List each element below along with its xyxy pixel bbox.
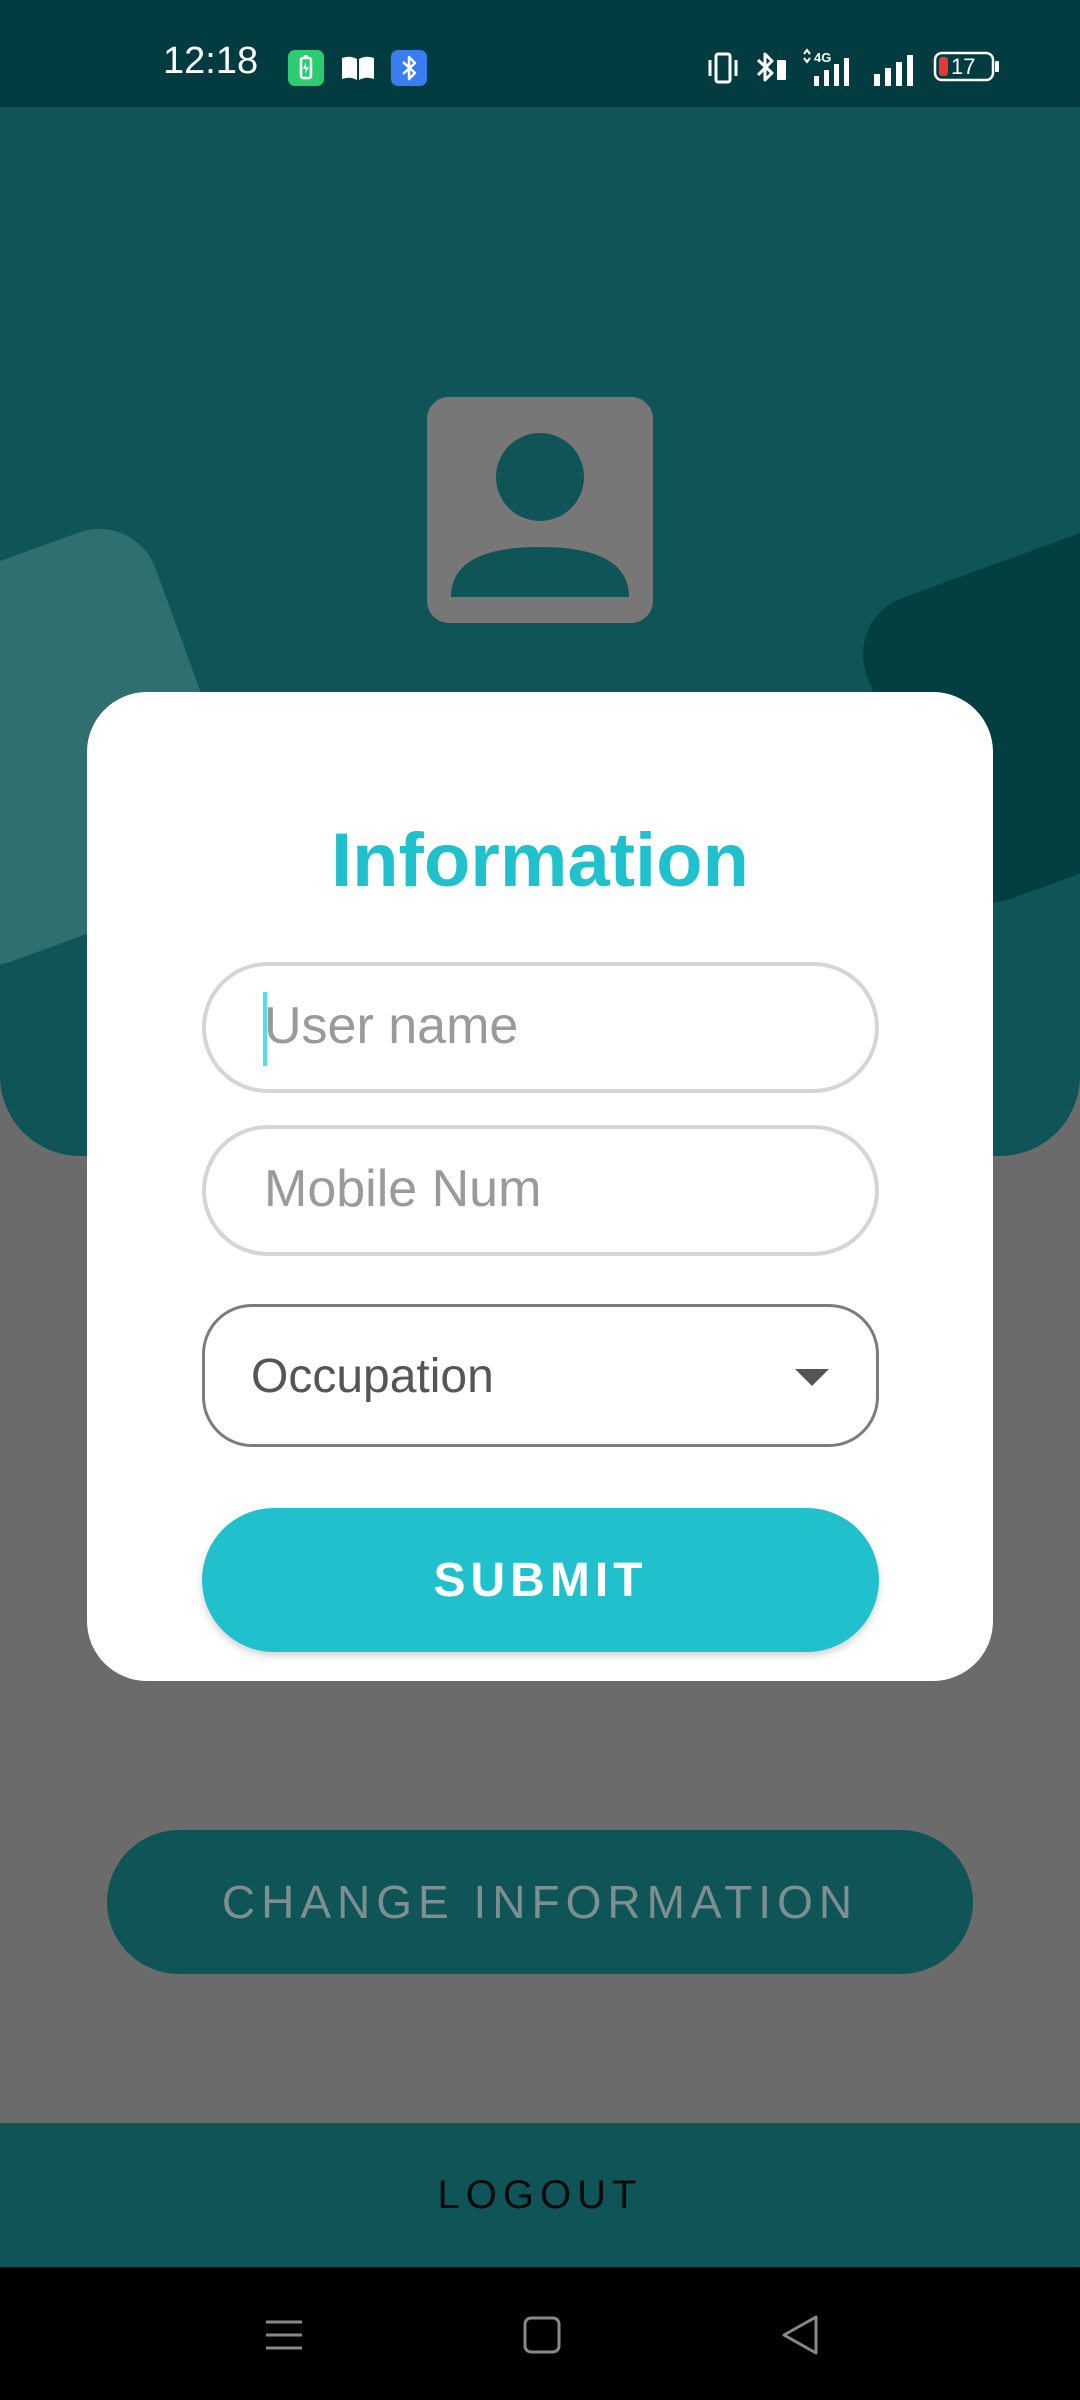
submit-button[interactable]: SUBMIT	[202, 1508, 879, 1652]
status-time: 12:18	[163, 40, 259, 82]
username-input[interactable]: User name	[202, 962, 879, 1093]
mobile-number-input[interactable]: Mobile Num	[202, 1125, 879, 1256]
battery-level: 17	[951, 54, 976, 79]
dialog-title: Information	[331, 818, 749, 903]
book-icon	[339, 50, 375, 86]
menu-icon[interactable]	[254, 2305, 314, 2365]
svg-text:4G: 4G	[814, 50, 831, 65]
vibrate-icon	[708, 52, 738, 84]
logout-button[interactable]: LOGOUT	[0, 2123, 1080, 2267]
back-icon[interactable]	[772, 2305, 832, 2365]
battery-icon: 17	[933, 50, 1001, 84]
screen: 12:18 4G 17 CHANGE INFORMATION LOGOUT In…	[0, 0, 1080, 2400]
navigation-bar	[0, 2267, 1080, 2400]
change-information-button[interactable]: CHANGE INFORMATION	[107, 1830, 973, 1974]
avatar-placeholder-icon	[427, 397, 653, 623]
home-icon[interactable]	[512, 2305, 572, 2365]
occupation-selected-value: Occupation	[251, 1350, 494, 1403]
occupation-dropdown[interactable]: Occupation	[202, 1304, 879, 1447]
status-bar: 12:18 4G 17	[0, 0, 1080, 107]
information-dialog: Information User name Mobile Num Occupat…	[87, 692, 993, 1681]
chevron-down-icon	[795, 1369, 829, 1386]
username-placeholder: User name	[264, 997, 519, 1055]
mobile-placeholder: Mobile Num	[264, 1160, 542, 1218]
signal-icon	[874, 55, 913, 86]
bluetooth-icon	[391, 50, 427, 86]
bluetooth-icon	[756, 52, 786, 82]
network-4g-icon: 4G	[803, 48, 849, 86]
battery-saver-icon	[288, 50, 324, 86]
